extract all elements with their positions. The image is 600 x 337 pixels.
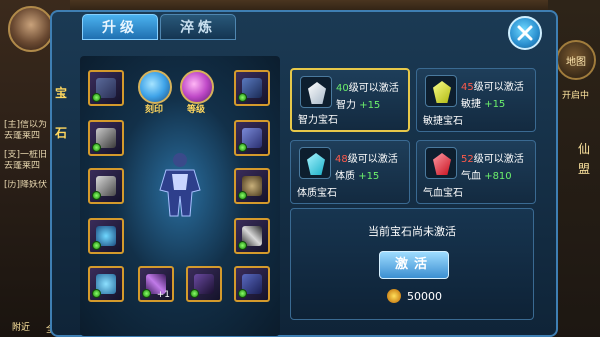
gem-icon <box>299 147 331 179</box>
equip-slot-necklace[interactable] <box>234 70 270 106</box>
equip-slot-helmet[interactable] <box>88 70 124 106</box>
gem-icon <box>300 76 332 108</box>
engrave-label: 刻印 <box>145 105 164 115</box>
equip-slot-boots[interactable] <box>234 266 270 302</box>
gem-card-vitality[interactable]: 52级可以激活 气血 +810 气血宝石 <box>416 140 536 204</box>
equip-slot-bow[interactable] <box>186 266 222 302</box>
engrave-orb[interactable] <box>138 70 172 104</box>
activation-box: 当前宝石尚未激活 激活 50000 <box>290 208 534 320</box>
hero-figure <box>159 153 201 217</box>
cost-value: 50000 <box>407 289 442 303</box>
activation-condition: 40级可以激活 <box>336 83 399 94</box>
equip-slot-charm[interactable] <box>88 266 124 302</box>
tab-refine[interactable]: 淬炼 <box>160 14 236 40</box>
equip-slot-shoulder[interactable] <box>234 120 270 156</box>
activate-button[interactable]: 激活 <box>379 251 449 279</box>
close-icon <box>517 25 533 41</box>
equip-slot-ring[interactable] <box>88 218 124 254</box>
activation-status: 当前宝石尚未激活 <box>368 225 456 238</box>
nearby-tab[interactable]: 附近 <box>12 320 30 333</box>
map-button[interactable]: 地图 <box>556 40 596 80</box>
gem-card-constitution[interactable]: 48级可以激活 体质 +15 体质宝石 <box>290 140 410 204</box>
equip-slot-sword[interactable] <box>234 218 270 254</box>
player-avatar[interactable] <box>8 6 54 52</box>
close-button[interactable] <box>508 16 542 50</box>
equip-slot-flag[interactable] <box>88 120 124 156</box>
enhance-level: +1 <box>156 290 170 300</box>
gem-icon <box>425 75 457 107</box>
coin-icon <box>387 289 401 303</box>
gem-stat: 敏捷 +15 <box>461 99 506 110</box>
equip-slot-mask[interactable] <box>234 168 270 204</box>
activation-condition: 52级可以激活 <box>461 154 524 165</box>
gem-name: 智力宝石 <box>298 115 338 126</box>
gem-icon <box>425 147 457 179</box>
gem-name: 体质宝石 <box>297 188 337 199</box>
gem-stat: 智力 +15 <box>336 100 381 111</box>
side-label-gem-2: 石 <box>55 126 68 140</box>
gem-name: 气血宝石 <box>423 188 463 199</box>
side-char: 仙 <box>578 142 591 156</box>
opening-label: 开启中 <box>562 91 590 101</box>
gem-stat: 体质 +15 <box>335 171 380 182</box>
tab-upgrade[interactable]: 升级 <box>82 14 158 40</box>
level-label: 等级 <box>187 105 206 115</box>
gem-card-agility[interactable]: 45级可以激活 敏捷 +15 敏捷宝石 <box>416 68 536 132</box>
activation-condition: 45级可以激活 <box>461 82 524 93</box>
side-label-gem-1: 宝 <box>55 86 68 100</box>
gem-name: 敏捷宝石 <box>423 116 463 127</box>
side-char: 盟 <box>578 162 591 176</box>
gem-stat: 气血 +810 <box>461 171 512 182</box>
gem-card-intelligence[interactable]: 40级可以激活 智力 +15 智力宝石 <box>290 68 410 132</box>
activation-condition: 48级可以激活 <box>335 154 398 165</box>
equip-slot-banner[interactable] <box>88 168 124 204</box>
activation-cost: 50000 <box>387 289 442 303</box>
equip-slot-staff[interactable]: +1 <box>138 266 174 302</box>
level-orb[interactable] <box>180 70 214 104</box>
